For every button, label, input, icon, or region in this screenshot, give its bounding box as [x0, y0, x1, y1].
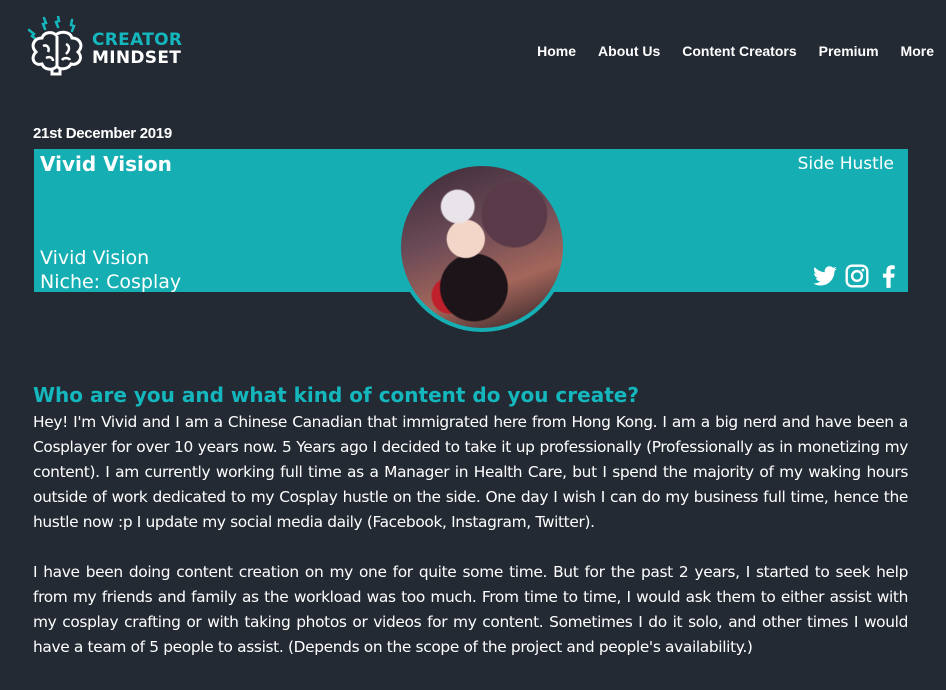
creator-niche: Niche: Cosplay: [40, 271, 182, 293]
twitter-icon[interactable]: [812, 263, 838, 289]
answer-paragraph-2: I have been doing content creation on my…: [33, 563, 908, 656]
answer-paragraph-1: Hey! I'm Vivid and I am a Chinese Canadi…: [33, 413, 908, 531]
social-links: [812, 263, 902, 289]
nav-home[interactable]: Home: [537, 43, 576, 59]
banner-category[interactable]: Side Hustle: [798, 154, 894, 174]
nav-content-creators[interactable]: Content Creators: [682, 43, 796, 59]
facebook-icon[interactable]: [876, 263, 902, 289]
nav-more[interactable]: More: [901, 43, 934, 59]
instagram-icon[interactable]: [844, 263, 870, 289]
avatar-photo: [401, 166, 563, 328]
creator-name: Vivid Vision: [40, 247, 150, 269]
nav-about-us[interactable]: About Us: [598, 43, 660, 59]
logo-text-mindset: MINDSET: [92, 48, 182, 68]
post-date: 21st December 2019: [33, 125, 172, 142]
banner-title: Vivid Vision: [40, 152, 172, 176]
brain-icon: [27, 16, 83, 76]
interview-question: Who are you and what kind of content do …: [33, 383, 639, 407]
nav-premium[interactable]: Premium: [819, 43, 879, 59]
creator-avatar: [397, 162, 567, 332]
main-nav: Home About Us Content Creators Premium M…: [515, 43, 934, 59]
site-logo[interactable]: CREATOR MINDSET: [26, 16, 196, 76]
logo-text-creator: CREATOR: [92, 30, 183, 50]
